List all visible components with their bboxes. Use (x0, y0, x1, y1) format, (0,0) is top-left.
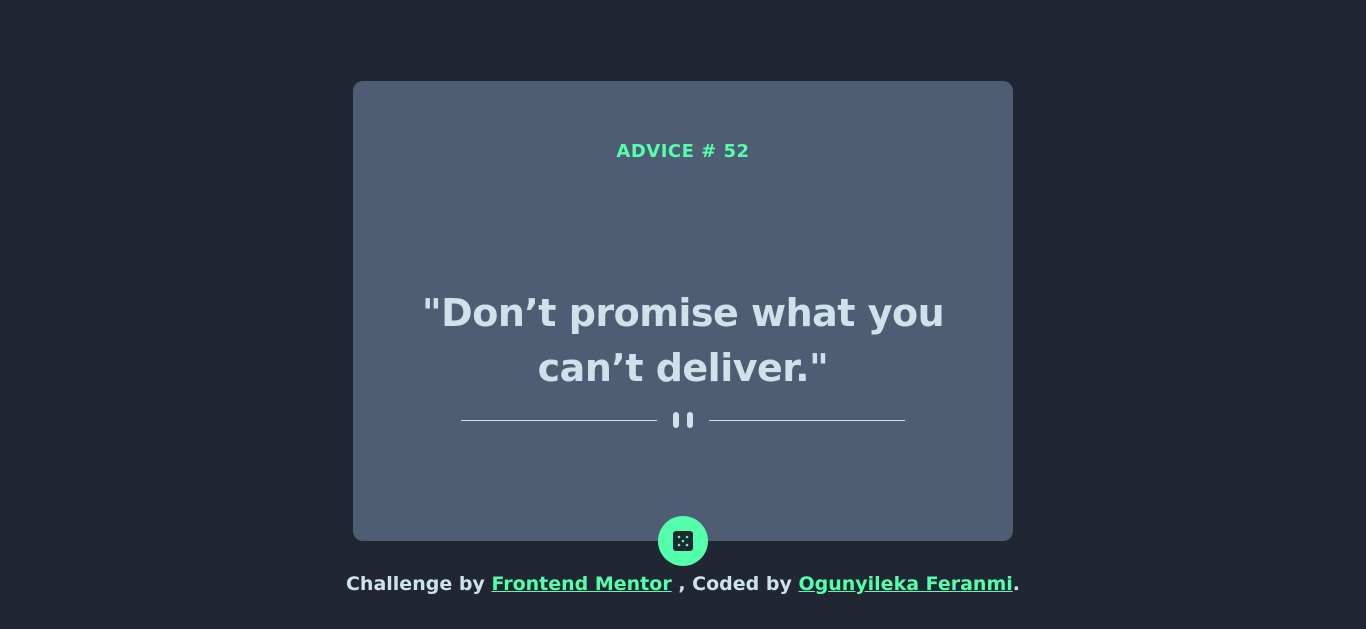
frontend-mentor-link[interactable]: Frontend Mentor (491, 573, 671, 595)
footer-period: . (1012, 573, 1020, 595)
attribution-footer: Challenge by Frontend Mentor , Coded by … (0, 573, 1366, 595)
challenge-prefix: Challenge by (345, 573, 485, 595)
advice-quote: "Don’t promise what you can’t deliver." (421, 291, 945, 390)
advice-id: ADVICE # 52 (616, 141, 750, 162)
divider-line-left (461, 420, 657, 421)
dice-icon (673, 531, 693, 551)
pause-icon-bar-left (673, 412, 679, 428)
pattern-divider (461, 411, 905, 431)
pause-icon-bar-right (687, 412, 693, 428)
new-advice-button[interactable] (658, 516, 708, 566)
page: ADVICE # 52 "Don’t promise what you can’… (0, 0, 1366, 629)
advice-card: ADVICE # 52 "Don’t promise what you can’… (353, 81, 1013, 541)
author-link[interactable]: Ogunyileka Feranmi (798, 573, 1012, 595)
divider-line-right (709, 420, 905, 421)
coded-prefix: , Coded by (678, 573, 792, 595)
